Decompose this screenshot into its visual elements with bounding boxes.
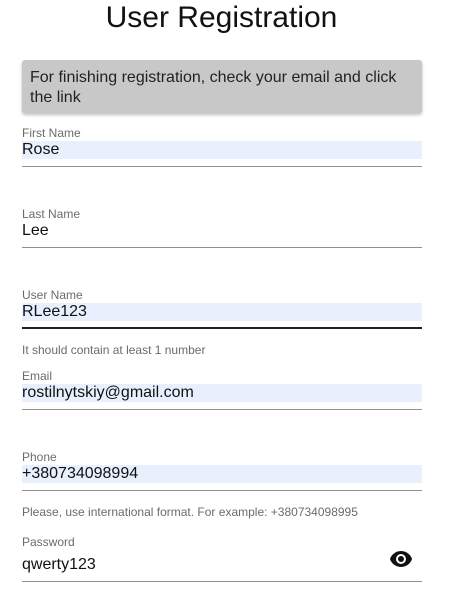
last-name-input[interactable]: Lee: [22, 222, 422, 240]
email-underline: [22, 409, 422, 410]
user-name-underline: [22, 327, 422, 329]
last-name-label: Last Name: [22, 207, 81, 221]
user-name-label: User Name: [22, 288, 83, 302]
page-title: User Registration: [105, 1, 338, 34]
phone-label: Phone: [22, 450, 57, 464]
email-label: Email: [22, 369, 53, 383]
first-name-label: First Name: [22, 126, 81, 140]
registration-notice: For finishing registration, check your e…: [22, 60, 422, 113]
user-name-input[interactable]: RLee123: [22, 303, 422, 321]
last-name-underline: [22, 247, 422, 248]
user-name-helper-text: It should contain at least 1 number: [22, 343, 206, 357]
phone-helper-text: Please, use international format. For ex…: [22, 505, 358, 519]
password-label: Password: [22, 535, 75, 549]
password-input[interactable]: qwerty123: [22, 556, 422, 574]
phone-underline: [22, 490, 422, 491]
phone-input[interactable]: +380734098994: [22, 465, 422, 483]
first-name-input[interactable]: Rose: [22, 141, 422, 159]
first-name-underline: [22, 166, 422, 167]
eye-icon[interactable]: [389, 550, 413, 568]
email-input[interactable]: rostilnytskiy@gmail.com: [22, 384, 422, 402]
password-underline: [22, 581, 422, 582]
